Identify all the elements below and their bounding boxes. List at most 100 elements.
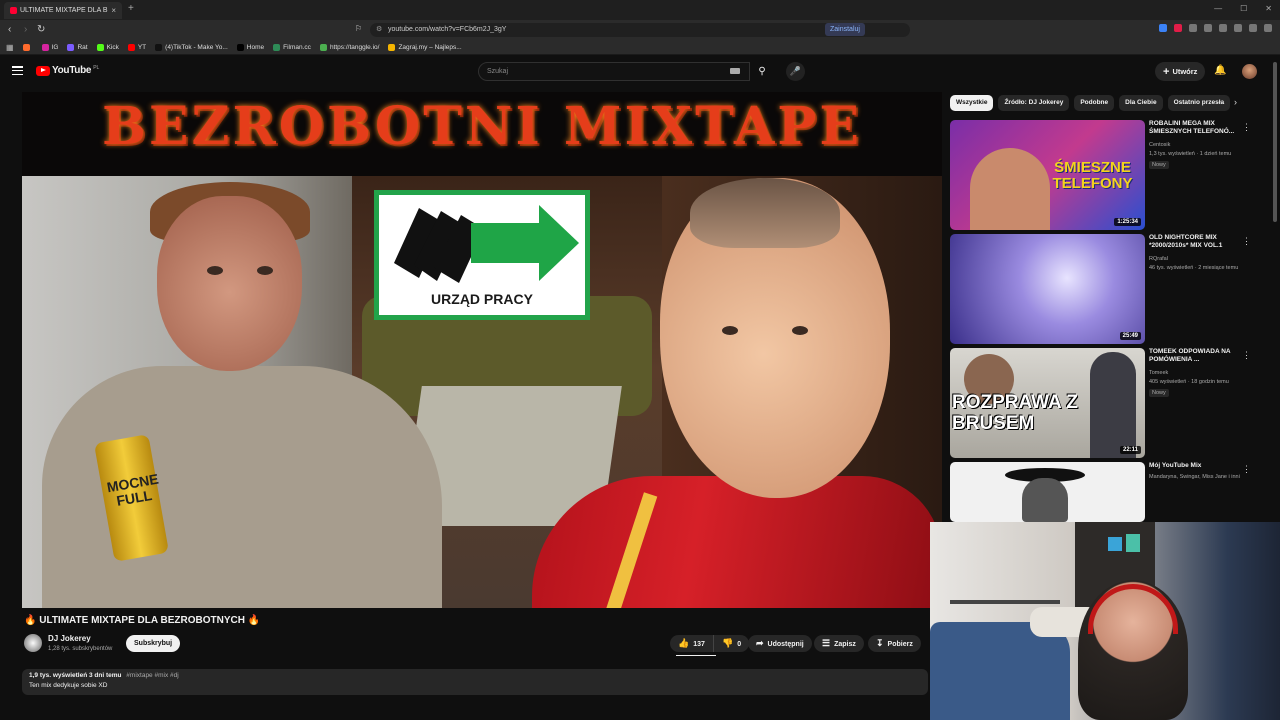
chip-source[interactable]: Źródło: DJ Jokerey — [998, 95, 1070, 111]
microphone-icon[interactable]: 🎤 — [786, 62, 805, 81]
recommended-channel[interactable]: Centosik — [1149, 142, 1170, 148]
like-button[interactable]: 👍 137 — [670, 635, 714, 652]
shield-icon[interactable] — [1249, 24, 1257, 32]
person-face — [1022, 478, 1068, 522]
bookmarks-bar: ▦ IG Rat Kick YT (4)TikTok - Make Yo... … — [0, 40, 1280, 55]
recommended-title[interactable]: Mój YouTube Mix — [1149, 462, 1237, 470]
reload-icon[interactable]: ↻ — [37, 24, 45, 35]
download-button[interactable]: ↧ Pobierz — [868, 635, 921, 652]
install-app-button[interactable]: Zainstaluj — [825, 23, 865, 36]
person-right-hair — [690, 178, 840, 248]
arrow-head-shape — [539, 205, 579, 281]
extension-icon[interactable] — [1219, 24, 1227, 32]
chip-for-you[interactable]: Dla Ciebie — [1119, 95, 1163, 111]
bookmark-item[interactable]: https://tanggle.io/ — [319, 43, 379, 51]
bookmark-item[interactable]: (4)TikTok - Make Yo... — [155, 43, 228, 51]
recommended-channel: Mandaryna, Swingar, Miss Jane i inni — [1149, 474, 1240, 480]
notifications-bell-icon[interactable]: 🔔 — [1214, 65, 1226, 76]
bookmark-item[interactable]: Zagraj.my – Najleps... — [388, 43, 462, 51]
apps-grid-icon[interactable]: ▦ — [6, 43, 14, 52]
video-title: 🔥 ULTIMATE MIXTAPE DLA BEZROBOTNYCH 🔥 — [24, 615, 261, 626]
close-window-icon[interactable]: ✕ — [1265, 4, 1272, 13]
more-options-icon[interactable]: ⋮ — [1242, 350, 1251, 361]
thumbnail-text: ROZPRAWA Z BRUSEM — [952, 392, 1078, 434]
back-icon[interactable]: ‹ — [8, 24, 11, 35]
bookmark-item[interactable]: Kick — [96, 43, 119, 51]
video-player[interactable]: BEZROBOTNI MIXTAPE MOCNE FULL URZĄD PRAC… — [22, 92, 942, 608]
bookmark-item[interactable]: Rat — [67, 43, 88, 51]
share-button[interactable]: ➦ Udostępnij — [748, 635, 812, 652]
thumbnail-banner: BEZROBOTNI MIXTAPE — [22, 92, 942, 176]
recommended-video[interactable]: ROZPRAWA Z BRUSEM 22:11 TOMEEK ODPOWIADA… — [950, 348, 1251, 460]
subscribe-button[interactable]: Subskrybuj — [126, 635, 181, 652]
dislike-button[interactable]: 👎 0 — [714, 635, 750, 652]
account-avatar[interactable] — [1242, 64, 1257, 79]
page-scrollbar[interactable] — [1273, 62, 1277, 222]
site-info-icon[interactable]: ⚙ — [376, 23, 382, 37]
thumbs-up-icon: 👍 — [678, 638, 690, 648]
bookmark-item[interactable]: YT — [127, 43, 146, 51]
browser-tab[interactable]: ULTIMATE MIXTAPE DLA B × — [4, 2, 122, 19]
bookmark-item[interactable]: Filman.cc — [273, 43, 311, 51]
subscriber-count: 1,28 tys. subskrybentów — [48, 646, 113, 652]
recommended-channel[interactable]: RQrafal — [1149, 256, 1168, 262]
channel-avatar[interactable] — [24, 634, 42, 652]
recommended-video[interactable]: ŚMIESZNE TELEFONY 1:25:34 ROBALINI MEGA … — [950, 120, 1251, 232]
chip-all[interactable]: Wszystkie — [950, 95, 994, 111]
recommended-title[interactable]: OLD NIGHTCORE MIX *2000/2010s* MIX VOL.1 — [1149, 234, 1237, 250]
video-thumbnail[interactable]: ŚMIESZNE TELEFONY 1:25:34 — [950, 120, 1145, 230]
save-playlist-icon: ☰ — [822, 638, 831, 648]
maximize-icon[interactable]: ☐ — [1240, 4, 1247, 13]
wall-picture — [1108, 537, 1122, 551]
save-button[interactable]: ☰ Zapisz — [814, 635, 864, 652]
forward-icon[interactable]: › — [24, 24, 27, 35]
new-badge: Nowy — [1149, 389, 1169, 397]
search-input[interactable]: Szukaj — [478, 62, 750, 81]
hamburger-menu-icon[interactable] — [12, 66, 23, 75]
new-tab-button[interactable]: + — [128, 3, 134, 14]
more-options-icon[interactable]: ⋮ — [1242, 122, 1251, 133]
video-thumbnail[interactable]: ROZPRAWA Z BRUSEM 22:11 — [950, 348, 1145, 458]
extension-icon[interactable] — [1189, 24, 1197, 32]
close-tab-icon[interactable]: × — [111, 6, 116, 15]
search-icon[interactable]: ⚲ — [750, 62, 774, 81]
thumbnail-text: ŚMIESZNE TELEFONY — [1052, 159, 1133, 192]
more-options-icon[interactable]: ⋮ — [1242, 464, 1251, 475]
music-icon[interactable] — [1234, 24, 1242, 32]
bed-frame — [950, 600, 1060, 604]
bookmark-item[interactable] — [22, 43, 33, 51]
description-text: Ten mix dedykuje sobie XD — [29, 682, 108, 689]
recommended-channel[interactable]: Tomeek — [1149, 370, 1168, 376]
video-thumbnail[interactable] — [950, 462, 1145, 522]
extension-icon[interactable] — [1204, 24, 1212, 32]
webcam-overlay — [930, 522, 1280, 720]
person-right-shirt — [532, 476, 942, 608]
recommended-title[interactable]: TOMEEK ODPOWIADA NA POMÓWIENIA ... — [1149, 348, 1237, 364]
youtube-logo[interactable]: YouTube PL — [36, 65, 99, 76]
share-icon: ➦ — [756, 638, 764, 648]
chip-related[interactable]: Podobne — [1074, 95, 1115, 111]
download-icon: ↧ — [876, 638, 884, 648]
youtube-play-icon — [36, 65, 50, 76]
bookmark-page-icon[interactable]: ⚐ — [355, 24, 362, 33]
extension-icon[interactable] — [1159, 24, 1167, 32]
create-button[interactable]: + Utwórz — [1155, 62, 1206, 81]
hashtags[interactable]: #mixtape #mix #dj — [126, 672, 178, 679]
menu-icon[interactable] — [1264, 24, 1272, 32]
keyboard-icon[interactable] — [730, 68, 740, 74]
video-thumbnail[interactable]: 25:49 — [950, 234, 1145, 344]
video-duration: 1:25:34 — [1114, 218, 1141, 226]
minimize-icon[interactable]: — — [1214, 4, 1222, 13]
channel-name[interactable]: DJ Jokerey — [48, 634, 91, 643]
eye — [257, 266, 273, 275]
bookmark-item[interactable]: Home — [236, 43, 264, 51]
chip-recent[interactable]: Ostatnio przesła — [1167, 95, 1231, 111]
bookmark-item[interactable]: IG — [41, 43, 58, 51]
extension-icon[interactable] — [1174, 24, 1182, 32]
youtube-header: YouTube PL Szukaj ⚲ 🎤 + Utwórz 🔔 — [0, 56, 1280, 88]
extension-icons — [1159, 24, 1272, 32]
more-options-icon[interactable]: ⋮ — [1242, 236, 1251, 247]
chevron-right-icon[interactable]: › — [1234, 97, 1237, 107]
recommended-title[interactable]: ROBALINI MEGA MIX ŚMIESZNYCH TELEFONÓ... — [1149, 120, 1237, 136]
recommended-video[interactable]: 25:49 OLD NIGHTCORE MIX *2000/2010s* MIX… — [950, 234, 1251, 346]
